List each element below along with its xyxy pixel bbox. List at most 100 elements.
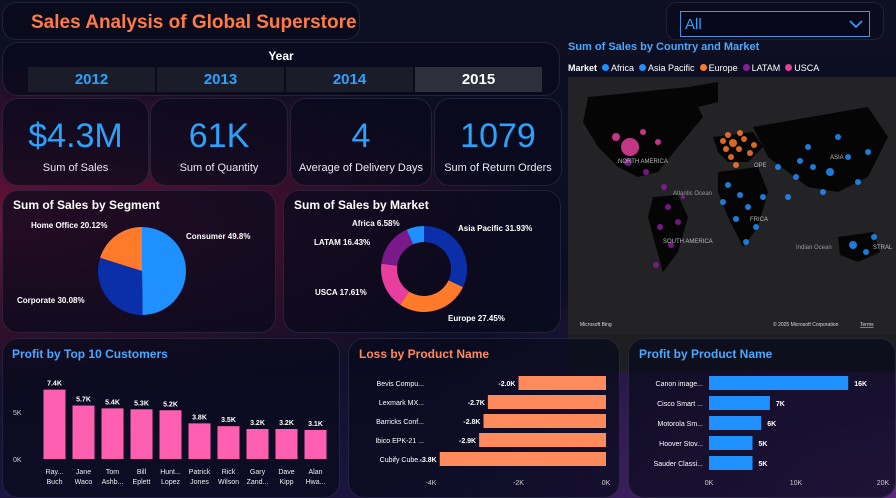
- product-bar[interactable]: [709, 396, 770, 410]
- map-sales-bubble[interactable]: [826, 168, 834, 176]
- map-sales-bubble[interactable]: [720, 138, 726, 144]
- year-tab-2015[interactable]: 2015: [415, 67, 542, 92]
- profit-bar-chart[interactable]: Canon image... 16K Cisco Smart ... 7K Motoro…: [629, 339, 896, 498]
- map-sales-bubble[interactable]: [747, 150, 753, 156]
- customer-bar[interactable]: [246, 429, 269, 459]
- customer-bar[interactable]: [159, 410, 182, 459]
- legend-item-asia-pacific[interactable]: Asia Pacific: [639, 63, 695, 73]
- map-sales-bubble[interactable]: [736, 146, 742, 152]
- title-card: Sales Analysis of Global Superstore: [2, 2, 360, 40]
- product-bar[interactable]: [483, 414, 607, 428]
- map-sales-bubble[interactable]: [741, 136, 747, 142]
- map-sales-bubble[interactable]: [640, 129, 646, 135]
- map-sales-bubble[interactable]: [621, 138, 639, 156]
- map-sales-bubble[interactable]: [871, 234, 877, 240]
- segment-pie-chart[interactable]: Consumer 49.8% Corporate 30.08% Home Offic…: [3, 191, 277, 334]
- legend-item-latam[interactable]: LATAM: [742, 63, 780, 73]
- map-sales-bubble[interactable]: [733, 162, 739, 168]
- map-sales-bubble[interactable]: [745, 204, 751, 210]
- map-sales-bubble[interactable]: [728, 154, 734, 160]
- map-sales-bubble[interactable]: [675, 219, 681, 225]
- customer-name-label: Wilson: [218, 479, 239, 486]
- map-sales-bubble[interactable]: [723, 146, 729, 152]
- map-sales-bubble[interactable]: [753, 224, 759, 230]
- map-sales-bubble[interactable]: [665, 204, 671, 210]
- map-sales-bubble[interactable]: [760, 194, 766, 200]
- map-sales-bubble[interactable]: [657, 224, 663, 230]
- map-sales-bubble[interactable]: [737, 192, 743, 198]
- customer-bar-value: 5.4K: [105, 399, 120, 406]
- map-sales-bubble[interactable]: [810, 164, 816, 170]
- map-sales-bubble[interactable]: [805, 144, 811, 150]
- map-sales-bubble[interactable]: [863, 249, 869, 255]
- map-sales-bubble[interactable]: [775, 164, 781, 170]
- legend-item-africa[interactable]: Africa: [602, 63, 634, 73]
- map-terms-link[interactable]: Terms: [860, 322, 874, 328]
- product-bar[interactable]: [709, 376, 849, 390]
- world-map[interactable]: NORTH AMERICA OPE ASIA Atlantic Ocean FR…: [568, 77, 896, 372]
- kpi-label: Sum of Return Orders: [444, 162, 552, 174]
- map-sales-bubble[interactable]: [655, 139, 661, 145]
- map-sales-bubble[interactable]: [643, 169, 649, 175]
- product-bar-value: 16K: [854, 381, 867, 388]
- filter-selected-value: All: [685, 16, 702, 33]
- market-donut-slice[interactable]: [400, 280, 463, 312]
- product-bar[interactable]: [709, 436, 753, 450]
- customer-bar[interactable]: [130, 409, 153, 459]
- product-bar[interactable]: [518, 376, 607, 390]
- customer-bar[interactable]: [217, 426, 240, 459]
- map-sales-bubble[interactable]: [820, 189, 826, 195]
- customers-bar-chart[interactable]: 0K 5K 7.4K Ray... Buch 5.7K Jane Waco 5.4K Tom Ash…: [3, 339, 341, 498]
- product-bar[interactable]: [487, 395, 606, 409]
- market-donut-slice[interactable]: [424, 226, 467, 288]
- map-sales-bubble[interactable]: [743, 239, 749, 245]
- product-bar[interactable]: [479, 433, 606, 447]
- map-sales-bubble[interactable]: [733, 216, 739, 222]
- legend-title: Market: [568, 63, 598, 73]
- customer-name-label: Ashb...: [102, 479, 124, 486]
- map-sales-bubble[interactable]: [797, 158, 803, 164]
- customer-bar[interactable]: [188, 423, 211, 459]
- year-tab-2012[interactable]: 2012: [28, 67, 155, 92]
- customer-name-label: Gary: [250, 469, 266, 476]
- map-sales-bubble[interactable]: [855, 179, 861, 185]
- kpi-delivery-days: 4 Average of Delivery Days: [290, 98, 432, 186]
- map-sales-bubble[interactable]: [835, 134, 841, 140]
- map-sales-bubble[interactable]: [865, 149, 871, 155]
- market-filter-dropdown[interactable]: All: [680, 11, 870, 37]
- customer-bar[interactable]: [275, 429, 298, 459]
- loss-bar-chart[interactable]: Bevis Compu... -2.0K Lexmark MX... -2.7K Bar…: [349, 339, 621, 498]
- product-bar[interactable]: [709, 456, 753, 470]
- x-tick-label: 0K: [602, 480, 611, 487]
- market-donut-chart[interactable]: Asia Pacific 31.93% Europe 27.45% USCA 17.…: [284, 191, 562, 334]
- product-bar[interactable]: [439, 452, 606, 466]
- map-sales-bubble[interactable]: [612, 133, 620, 141]
- legend-item-usca[interactable]: USCA: [785, 63, 819, 73]
- map-sales-bubble[interactable]: [653, 262, 659, 268]
- legend-item-europe[interactable]: Europe: [699, 63, 738, 73]
- map-sales-bubble[interactable]: [751, 142, 757, 148]
- x-tick-label: 10K: [790, 480, 803, 487]
- map-sales-bubble[interactable]: [793, 174, 799, 180]
- year-tab-2013[interactable]: 2013: [157, 67, 284, 92]
- map-sales-bubble[interactable]: [725, 132, 731, 138]
- customer-bar[interactable]: [43, 389, 66, 459]
- map-sales-bubble[interactable]: [845, 154, 851, 160]
- market-donut-slice[interactable]: [381, 229, 414, 266]
- map-sales-bubble[interactable]: [725, 182, 731, 188]
- segment-pie-slice[interactable]: [142, 227, 187, 315]
- customer-bar[interactable]: [304, 429, 327, 459]
- year-tab-2014[interactable]: 2014: [286, 67, 413, 92]
- map-sales-bubble[interactable]: [729, 139, 737, 147]
- map-sales-bubble[interactable]: [661, 184, 667, 190]
- segment-pie-card: Sum of Sales by Segment Consumer 49.8% Co…: [2, 190, 276, 333]
- customer-bar[interactable]: [72, 405, 95, 459]
- map-sales-bubble[interactable]: [785, 194, 791, 200]
- map-sales-bubble[interactable]: [849, 241, 857, 249]
- market-donut-card: Sum of Sales by Market Asia Pacific 31.9…: [283, 190, 561, 333]
- map-sales-bubble[interactable]: [737, 130, 743, 136]
- customer-bar[interactable]: [101, 408, 124, 459]
- product-bar-value: -2.9K: [459, 438, 476, 445]
- map-sales-bubble[interactable]: [720, 199, 726, 205]
- product-bar[interactable]: [709, 416, 762, 430]
